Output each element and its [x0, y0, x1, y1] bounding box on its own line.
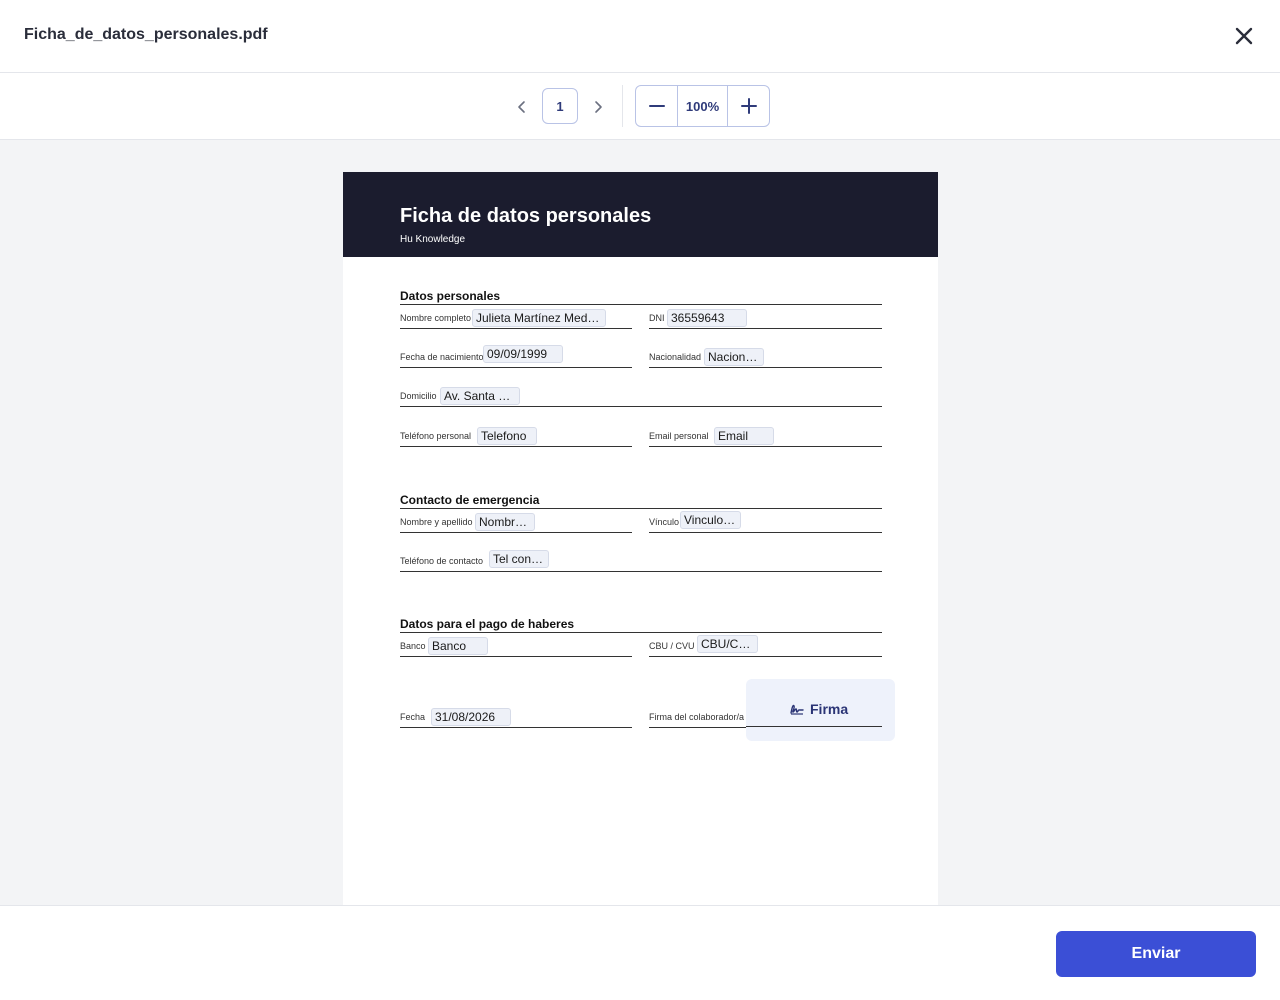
field-fecha-nacimiento: Fecha de nacimiento 09/09/1999: [400, 345, 632, 368]
section-title-personal: Datos personales: [400, 289, 882, 305]
vinculo-input[interactable]: Vinculo…: [680, 511, 741, 529]
field-vinculo: Vínculo Vinculo…: [649, 511, 882, 533]
chevron-left-icon[interactable]: [512, 97, 532, 117]
document-subtitle: Hu Knowledge: [400, 234, 466, 245]
fecha-nacimiento-input[interactable]: 09/09/1999: [483, 345, 563, 363]
field-label: Firma del colaborador/a: [649, 712, 745, 722]
field-nacionalidad: Nacionalidad Nacion…: [649, 346, 882, 368]
section-title-emergencia: Contacto de emergencia: [400, 493, 882, 509]
toolbar-divider: [622, 85, 623, 127]
document-header: Ficha de datos personales Hu Knowledge: [343, 172, 938, 257]
file-name: Ficha_de_datos_personales.pdf: [24, 26, 268, 43]
section-title-pago: Datos para el pago de haberes: [400, 617, 882, 633]
pdf-page: Ficha de datos personales Hu Knowledge D…: [343, 172, 938, 905]
signature-button-content: Firma: [790, 701, 848, 717]
field-label: Nombre completo: [400, 313, 472, 323]
document-title: Ficha de datos personales: [400, 205, 652, 227]
field-domicilio: Domicilio Av. Santa Fe 1: [400, 385, 882, 407]
email-personal-input[interactable]: Email: [714, 427, 774, 445]
zoom-control: 100%: [635, 85, 770, 127]
dni-input[interactable]: 36559643: [667, 309, 747, 327]
signature-icon: [790, 704, 804, 715]
field-label: Teléfono de contacto: [400, 556, 484, 566]
nombre-completo-input[interactable]: Julieta Martínez Medina: [472, 309, 606, 327]
field-label: Nacionalidad: [649, 352, 702, 362]
domicilio-input[interactable]: Av. Santa Fe 1: [440, 387, 520, 405]
field-fecha: Fecha 31/08/2026: [400, 706, 632, 728]
page-number[interactable]: 1: [542, 88, 578, 124]
field-label: CBU / CVU: [649, 641, 695, 651]
field-emergencia-nombre: Nombre y apellido Nombr…: [400, 511, 632, 533]
field-telefono-contacto: Teléfono de contacto Tel cont…: [400, 550, 882, 572]
fecha-input[interactable]: 31/08/2026: [431, 708, 511, 726]
emergencia-nombre-input[interactable]: Nombr…: [475, 513, 535, 531]
field-telefono-personal: Teléfono personal Telefono: [400, 425, 632, 447]
chevron-right-icon[interactable]: [588, 97, 608, 117]
field-label: Nombre y apellido: [400, 517, 473, 527]
telefono-contacto-input[interactable]: Tel cont…: [489, 550, 549, 568]
signature-button-label: Firma: [810, 701, 849, 717]
field-nombre-completo: Nombre completo Julieta Martínez Medina: [400, 307, 632, 329]
plus-icon[interactable]: [728, 86, 769, 126]
banco-input[interactable]: Banco: [428, 637, 488, 655]
field-firma: Firma del colaborador/a: [649, 706, 746, 728]
field-label: Teléfono personal: [400, 431, 472, 441]
signature-button[interactable]: Firma: [746, 679, 895, 741]
viewer-footer: Enviar: [0, 905, 1280, 1000]
viewer-header: Ficha_de_datos_personales.pdf: [0, 0, 1280, 73]
field-label: Banco: [400, 641, 426, 651]
telefono-personal-input[interactable]: Telefono: [477, 427, 537, 445]
pdf-toolbar: 1 100%: [0, 73, 1280, 140]
field-label: Email personal: [649, 431, 709, 441]
cbu-input[interactable]: CBU/CVU: [697, 635, 758, 653]
field-dni: DNI 36559643: [649, 307, 882, 329]
field-email-personal: Email personal Email: [649, 425, 882, 447]
field-label: Fecha: [400, 712, 426, 722]
field-label: DNI: [649, 313, 665, 323]
field-label: Vínculo: [649, 517, 680, 527]
field-cbu: CBU / CVU CBU/CVU: [649, 635, 882, 657]
field-banco: Banco Banco: [400, 635, 632, 657]
send-button[interactable]: Enviar: [1056, 931, 1256, 977]
pdf-viewer[interactable]: Ficha de datos personales Hu Knowledge D…: [0, 140, 1280, 905]
signature-line: [746, 726, 882, 727]
minus-icon[interactable]: [636, 86, 677, 126]
field-label: Domicilio: [400, 391, 437, 401]
nacionalidad-input[interactable]: Nacion…: [704, 348, 764, 366]
close-icon[interactable]: [1230, 22, 1258, 50]
field-label: Fecha de nacimiento: [400, 352, 484, 362]
zoom-level: 100%: [677, 86, 728, 126]
